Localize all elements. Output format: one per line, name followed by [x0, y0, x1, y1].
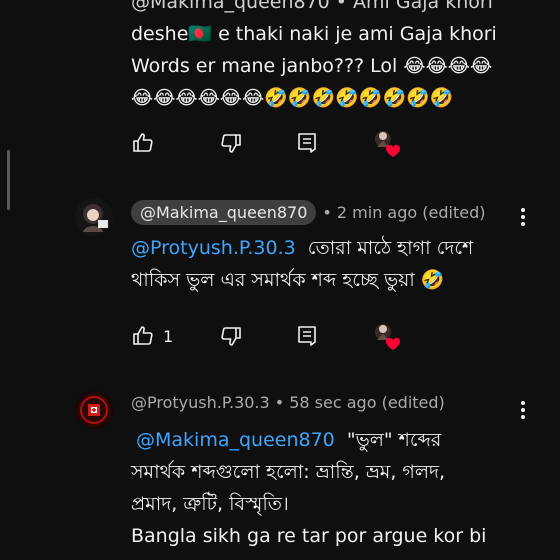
like-button[interactable]: [131, 131, 191, 155]
creator-heart-icon: [371, 127, 403, 159]
comment-1-line: 😂😂😂😂😂😂🤣🤣🤣🤣🤣🤣🤣🤣: [131, 87, 454, 109]
comment-meta: • 58 sec ago (edited): [274, 393, 445, 412]
comment-2-header: @Makima_queen870 • 2 min ago (edited): [131, 200, 485, 225]
author-chip[interactable]: @Makima_queen870: [131, 200, 317, 225]
like-count: 1: [163, 326, 174, 346]
comment-3-header: @Protyush.P.30.3 • 58 sec ago (edited): [131, 393, 445, 412]
comment-text: প্রমাদ, ত্রুটি, বিস্মৃতি।: [131, 493, 289, 515]
reply-button[interactable]: [295, 131, 319, 155]
comment-1-line: Words er mane janbo??? Lol 😂😂😂😂: [131, 55, 493, 77]
more-vert-icon[interactable]: [516, 399, 530, 421]
comment-2-body: @Protyush.P.30.3 তোরা মাঠে হাগা দেশে থাক…: [131, 232, 531, 296]
avatar[interactable]: [75, 391, 113, 429]
more-vert-icon[interactable]: [516, 206, 530, 228]
comment-text: "ভুল" শব্দের: [334, 429, 442, 451]
comment-1-text: @Makima_queen870 • Ami Gaja khori deshe🇧…: [131, 0, 531, 114]
reply-comment-icon: [298, 133, 316, 153]
comment-2-actions: 1: [131, 321, 401, 351]
reply-button[interactable]: [295, 324, 319, 348]
dislike-button[interactable]: [219, 131, 243, 155]
author-name[interactable]: @Protyush.P.30.3: [131, 393, 270, 412]
like-button[interactable]: 1: [131, 324, 191, 348]
thumbs-up-icon: [133, 326, 153, 345]
comment-meta: • 2 min ago (edited): [322, 203, 486, 222]
comment-text: সমার্থক শব্দগুলো হলো: ভ্রান্তি, ভ্রম, গল…: [131, 461, 446, 483]
creator-heart-icon: [371, 320, 403, 352]
comment-text: Bangla sikh ga re tar por argue kor bi: [131, 525, 487, 547]
reply-comment-icon: [298, 326, 316, 346]
thumbs-down-icon: [221, 134, 241, 153]
comment-text: থাকিস ভুল এর সমার্থক শব্দ হচ্ছে ভুয়া 🤣: [131, 269, 445, 291]
dislike-button[interactable]: [219, 324, 243, 348]
comment-1-actions: [131, 128, 401, 158]
avatar[interactable]: [75, 198, 113, 236]
comment-1-header-partial: @Makima_queen870 • Ami Gaja khori: [131, 0, 493, 13]
mention-link[interactable]: @Protyush.P.30.3: [131, 237, 296, 259]
thumbs-down-icon: [221, 327, 241, 346]
comment-text: তোরা মাঠে হাগা দেশে: [295, 237, 474, 259]
comment-3-body: @Makima_queen870 "ভুল" শব্দের সমার্থক শব…: [131, 424, 531, 552]
thumbs-up-icon: [133, 133, 153, 152]
comment-1-line: deshe🇧🇩 e thaki naki je ami Gaja khori: [131, 23, 497, 45]
mention-link[interactable]: @Makima_queen870: [136, 429, 335, 451]
scrollbar[interactable]: [7, 150, 10, 210]
